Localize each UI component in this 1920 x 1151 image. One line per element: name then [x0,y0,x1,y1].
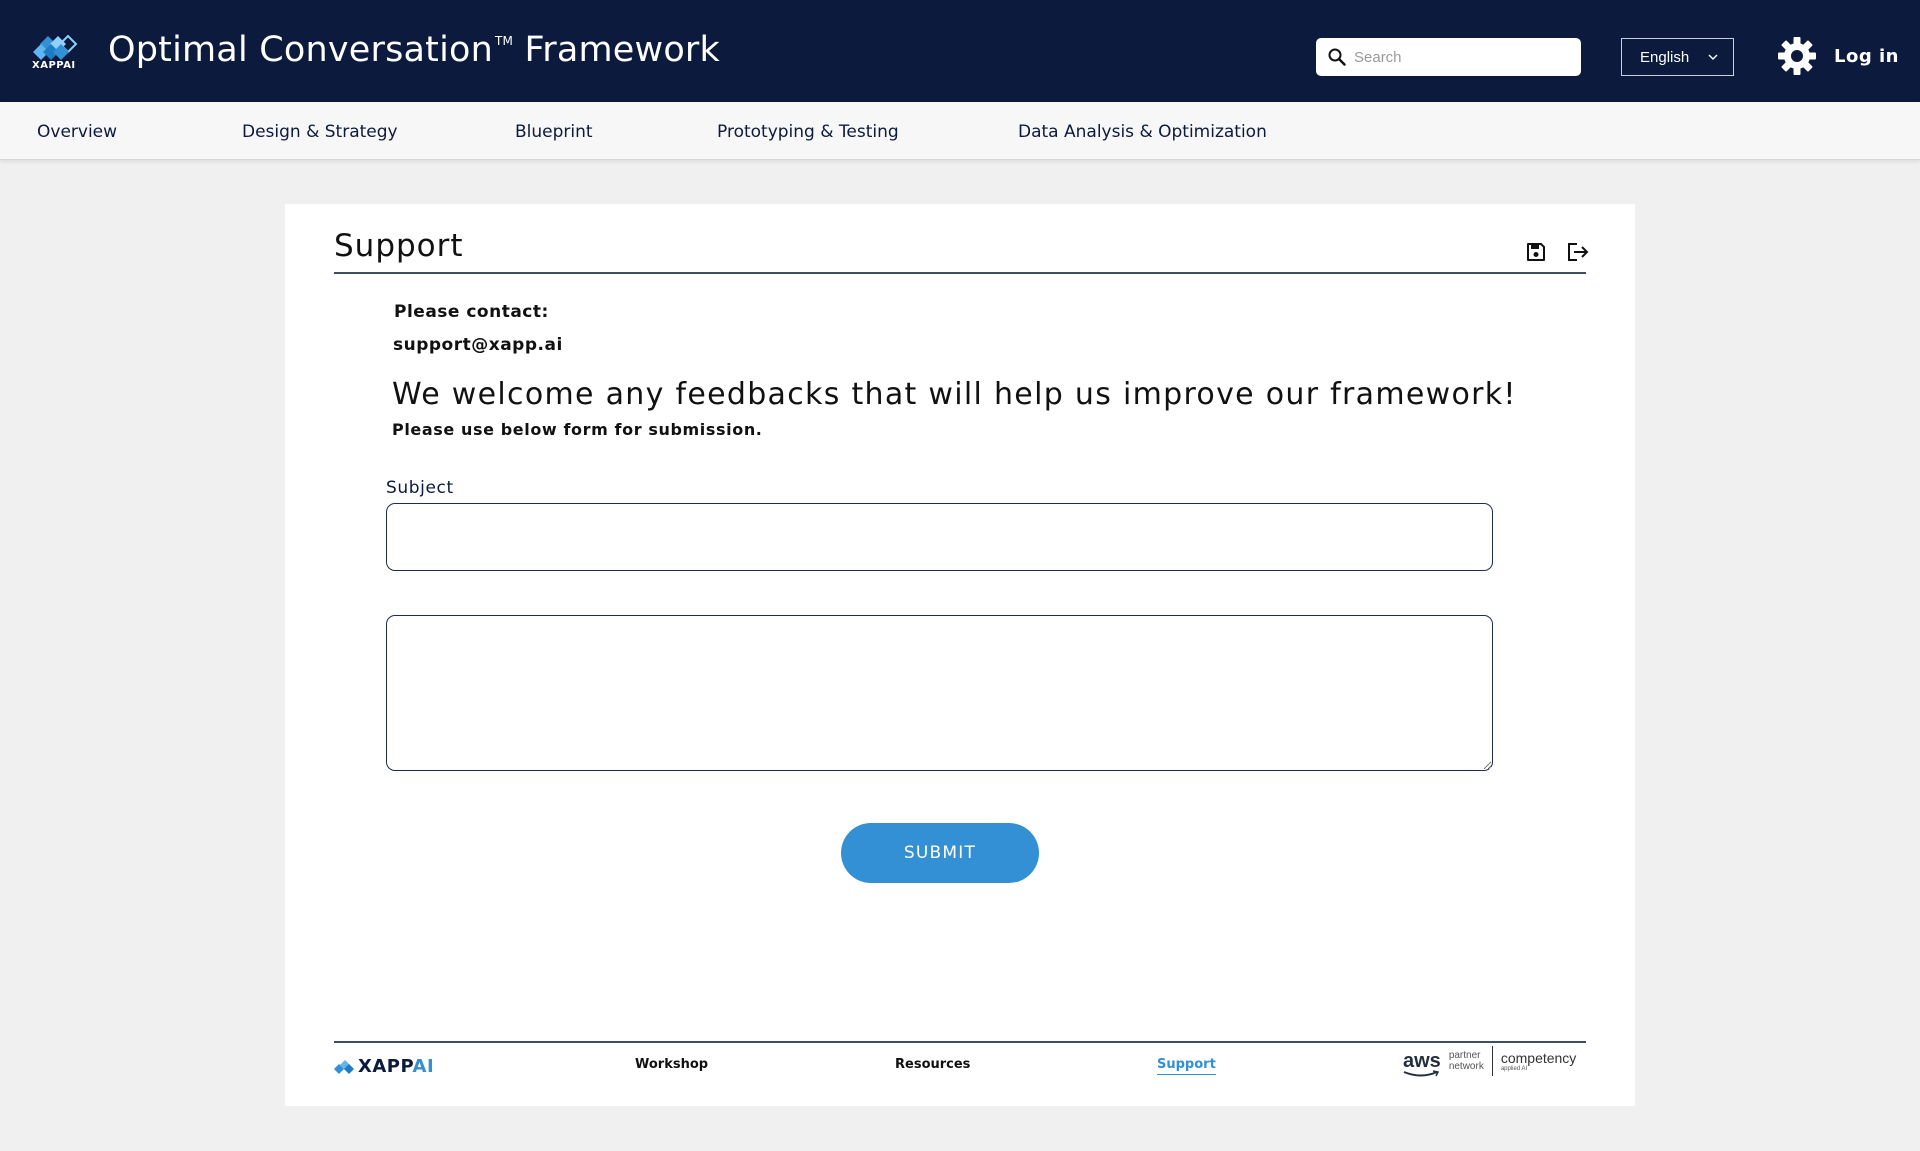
footer-link-resources[interactable]: Resources [895,1057,970,1072]
search-icon[interactable] [1328,48,1346,66]
message-textarea[interactable] [386,615,1493,771]
main-nav: Overview Design & Strategy Blueprint Pro… [0,102,1920,160]
search-box [1316,38,1581,76]
title-divider [334,272,1586,274]
nav-item-design-strategy[interactable]: Design & Strategy [242,122,398,142]
footer-logo-ai: AI [412,1056,435,1077]
aws-logo: aws [1403,1050,1441,1077]
contact-label: Please contact: [394,302,549,322]
chevron-down-icon [1708,54,1718,60]
nav-item-blueprint[interactable]: Blueprint [515,122,593,142]
subject-label: Subject [386,478,454,498]
trademark-mark: TM [495,34,514,48]
app-title-main: Optimal Conversation [108,30,494,70]
aws-competency-label: competency [1500,1049,1577,1066]
footer-logo[interactable]: XAPPAI [334,1056,434,1077]
aws-competency-sub: applied AI [1500,1065,1528,1072]
language-select[interactable]: English [1621,38,1734,76]
logo-diamond-icon [334,1059,354,1074]
aws-partner-network: partner network [1449,1050,1484,1072]
aws-competency: competency applied AI [1500,1049,1577,1072]
aws-partner-line1: partner [1448,1050,1481,1061]
footer-link-workshop[interactable]: Workshop [635,1057,708,1072]
submit-button[interactable]: SUBMIT [841,823,1039,883]
aws-word: aws [1403,1050,1441,1072]
logo-text: XAPPAI [32,60,76,71]
login-button[interactable]: Log in [1834,46,1899,67]
app-title[interactable]: Optimal Conversation TM Framework [108,30,720,70]
form-instructions: Please use below form for submission. [392,420,763,439]
page-title: Support [334,228,464,264]
welcome-heading: We welcome any feedbacks that will help … [392,377,1517,412]
header-bar: XAPPAI Optimal Conversation TM Framework … [0,0,1920,102]
aws-partner-line2: network [1448,1061,1484,1072]
contact-email[interactable]: support@xapp.ai [393,335,563,355]
search-input[interactable] [1354,44,1569,70]
footer-logo-text: XAPPAI [358,1056,434,1077]
support-card: Support Please contact: support@xapp.ai … [285,204,1635,1106]
nav-item-overview[interactable]: Overview [37,122,117,142]
aws-partner-badge: aws partner network competency applied A… [1403,1046,1577,1077]
aws-divider [1491,1046,1493,1076]
language-value: English [1640,48,1690,66]
nav-item-data-analysis[interactable]: Data Analysis & Optimization [1018,122,1267,142]
gear-icon[interactable] [1776,35,1818,77]
save-icon[interactable] [1525,241,1547,263]
nav-item-prototyping-testing[interactable]: Prototyping & Testing [717,122,899,142]
footer-logo-main: XAPP [358,1056,413,1077]
footer-divider [334,1041,1586,1043]
footer-link-support[interactable]: Support [1157,1057,1216,1075]
exit-icon[interactable] [1566,241,1590,263]
subject-input[interactable] [386,503,1493,571]
aws-smile-icon [1403,1070,1440,1077]
xappai-logo[interactable]: XAPPAI [30,28,86,74]
app-title-suffix: Framework [524,30,720,70]
